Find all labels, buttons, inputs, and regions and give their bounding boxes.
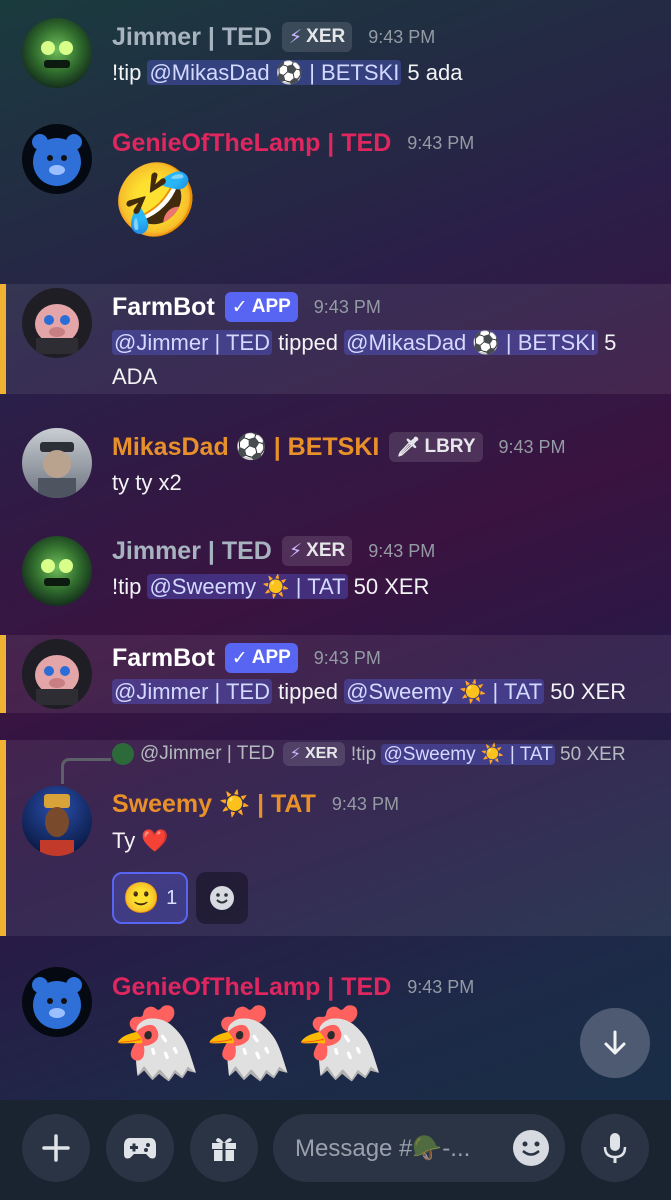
message-composer: Message #🪖-... [0,1100,671,1200]
message-text: @Jimmer | TED tipped @MikasDad ⚽ | BETSK… [112,330,617,389]
avatar-farmbot[interactable] [22,288,92,358]
reply-reference[interactable]: @Jimmer | TED ⚡ XER !tip @Sweemy ☀️ | TAT… [112,742,626,766]
reaction-slight-smile[interactable]: 🙂 1 [112,872,188,924]
message-input[interactable]: Message #🪖-... [273,1114,565,1182]
role-tag: ⚡ XER [282,742,345,766]
role-tag: ⚡ XER [281,536,353,566]
author-name[interactable]: FarmBot [112,644,215,673]
reactions-bar: 🙂 1 [112,872,248,924]
apps-button[interactable] [106,1114,174,1182]
jump-to-bottom-button[interactable] [580,1008,650,1078]
timestamp: 9:43 PM [368,540,436,561]
lightning-icon: ⚡ [288,540,303,562]
message-farmbot-1: FarmBot ✓ APP 9:43 PM @Jimmer | TED tippe… [0,284,671,394]
timestamp: 9:43 PM [407,977,475,997]
voice-message-button[interactable] [581,1114,649,1182]
avatar-jimmer[interactable] [22,536,92,606]
message-sweemy: @Jimmer | TED ⚡ XER !tip @Sweemy ☀️ | TAT… [0,740,671,936]
user-mention[interactable]: @Sweemy ☀️ | TAT [147,574,348,599]
message-text: @Jimmer | TED tipped @Sweemy ☀️ | TAT 50… [112,679,627,704]
app-badge: ✓ APP [224,643,298,673]
reply-author: @Jimmer | TED [140,743,275,764]
author-name[interactable]: Sweemy ☀️ | TAT [112,790,316,819]
gift-button[interactable] [190,1114,258,1182]
emoji-picker-button[interactable] [511,1128,551,1175]
avatar-mikasdad[interactable] [22,428,92,498]
arrow-down-icon [604,1030,626,1055]
reply-avatar [112,743,134,765]
rofl-emoji: 🤣 [112,161,200,239]
message-input-placeholder: Message #🪖-... [295,1134,471,1162]
smiley-icon [210,886,234,910]
author-name[interactable]: Jimmer | TED [112,537,272,566]
message-genie-2: GenieOfTheLamp | TED 9:43 PM 🐔🐔🐔 [0,955,671,1095]
sword-icon: 🗡 [396,437,421,458]
timestamp: 9:43 PM [331,794,399,814]
message-text: ty ty x2 [112,470,182,495]
gamepad-icon [124,1138,156,1159]
slight-smile-emoji: 🙂 [122,881,161,915]
message-mikasdad: MikasDad ⚽ | BETSKI 🗡 LBRY 9:43 PM ty ty … [0,420,671,520]
app-badge: ✓ APP [224,292,298,322]
author-name[interactable]: GenieOfTheLamp | TED [112,973,391,1002]
message-genie-1: GenieOfTheLamp | TED 9:43 PM 🤣 [0,115,671,265]
user-mention[interactable]: @Jimmer | TED [112,330,272,355]
smiley-icon [513,1130,549,1166]
author-name[interactable]: Jimmer | TED [112,23,272,52]
chicken-emojis: 🐔🐔🐔 [112,1003,387,1083]
avatar-genie[interactable] [22,124,92,194]
message-jimmer-2: Jimmer | TED ⚡ XER 9:43 PM !tip @Sweemy ☀… [0,528,671,628]
timestamp: 9:43 PM [313,296,381,317]
reply-text: !tip @Sweemy ☀️ | TAT 50 XER [350,744,626,765]
message-jimmer-1: Jimmer | TED ⚡ XER 9:43 PM !tip @MikasDad… [0,0,671,110]
add-reaction-button[interactable] [196,872,248,924]
add-attachment-button[interactable] [22,1114,90,1182]
reaction-count: 1 [166,886,178,909]
checkmark-icon: ✓ [231,296,248,318]
author-name[interactable]: GenieOfTheLamp | TED [112,129,391,158]
user-mention[interactable]: @MikasDad ⚽ | BETSKI [147,60,402,85]
timestamp: 9:43 PM [313,647,381,668]
user-mention[interactable]: @MikasDad ⚽ | BETSKI [344,330,598,355]
timestamp: 9:43 PM [498,436,566,457]
avatar-farmbot[interactable] [22,639,92,709]
lightning-icon: ⚡ [289,746,301,763]
reply-connector [61,758,111,784]
avatar-jimmer[interactable] [22,18,92,88]
lightning-icon: ⚡ [288,26,303,48]
role-tag: 🗡 LBRY [389,432,483,462]
message-farmbot-2: FarmBot ✓ APP 9:43 PM @Jimmer | TED tippe… [0,635,671,713]
author-name[interactable]: FarmBot [112,293,215,322]
checkmark-icon: ✓ [231,647,248,669]
avatar-genie[interactable] [22,967,92,1037]
message-text: !tip @Sweemy ☀️ | TAT 50 XER [112,574,430,599]
message-text: Ty ❤️ [112,828,169,853]
timestamp: 9:43 PM [368,26,436,47]
timestamp: 9:43 PM [407,133,475,153]
message-text: !tip @MikasDad ⚽ | BETSKI 5 ada [112,60,463,85]
plus-icon [42,1134,70,1162]
user-mention[interactable]: @Sweemy ☀️ | TAT [381,744,555,765]
author-name[interactable]: MikasDad ⚽ | BETSKI [112,433,379,462]
role-tag: ⚡ XER [281,22,353,52]
gift-icon [212,1138,236,1161]
user-mention[interactable]: @Sweemy ☀️ | TAT [344,679,545,704]
microphone-icon [603,1133,627,1163]
user-mention[interactable]: @Jimmer | TED [112,679,272,704]
avatar-sweemy[interactable] [22,786,92,856]
